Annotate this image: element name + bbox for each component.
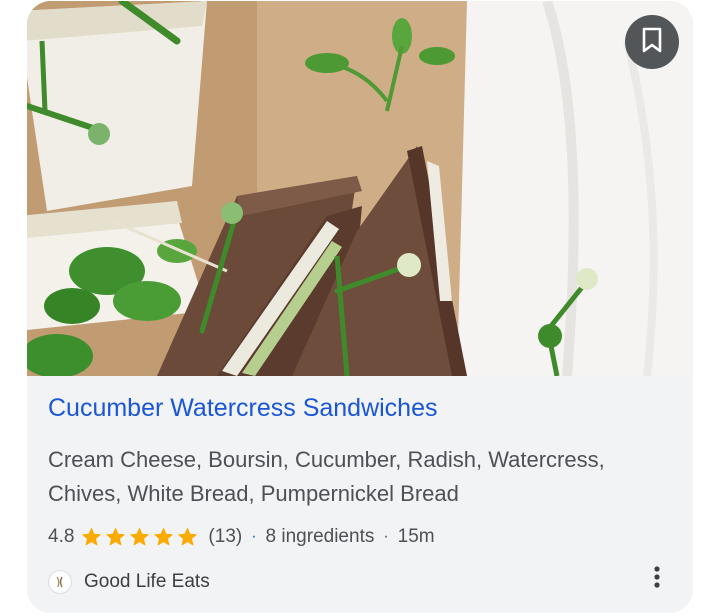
ingredient-list: Cream Cheese, Boursin, Cucumber, Radish,… [48, 447, 605, 506]
cook-time: 15m [397, 526, 435, 547]
star-rating [80, 526, 200, 548]
rating-value: 4.8 [48, 526, 75, 547]
recipe-meta: 4.8 (13) · 8 ingredients · 15m [48, 524, 435, 550]
star-icon [130, 527, 150, 546]
more-vert-icon [653, 565, 661, 594]
more-options-button[interactable] [643, 564, 671, 594]
bookmark-button[interactable] [625, 15, 679, 69]
recipe-details: Cucumber Watercress Sandwiches Cream Che… [27, 376, 693, 613]
separator-dot: · [251, 528, 257, 545]
source-name: Good Life Eats [84, 571, 210, 592]
source-link[interactable]: Good Life Eats [48, 570, 210, 594]
star-icon [106, 527, 126, 546]
separator-dot: · [383, 528, 389, 545]
star-icon [154, 527, 174, 546]
star-icon [178, 527, 198, 546]
recipe-image[interactable] [27, 1, 693, 376]
ingredient-count: 8 ingredients [265, 526, 375, 547]
bookmark-icon [641, 27, 663, 58]
review-count: (13) [208, 526, 243, 547]
good-life-eats-logo-icon [48, 570, 72, 594]
star-icon [82, 527, 102, 546]
recipe-card[interactable]: Cucumber Watercress Sandwiches Cream Che… [27, 1, 693, 613]
recipe-title[interactable]: Cucumber Watercress Sandwiches [48, 394, 438, 423]
